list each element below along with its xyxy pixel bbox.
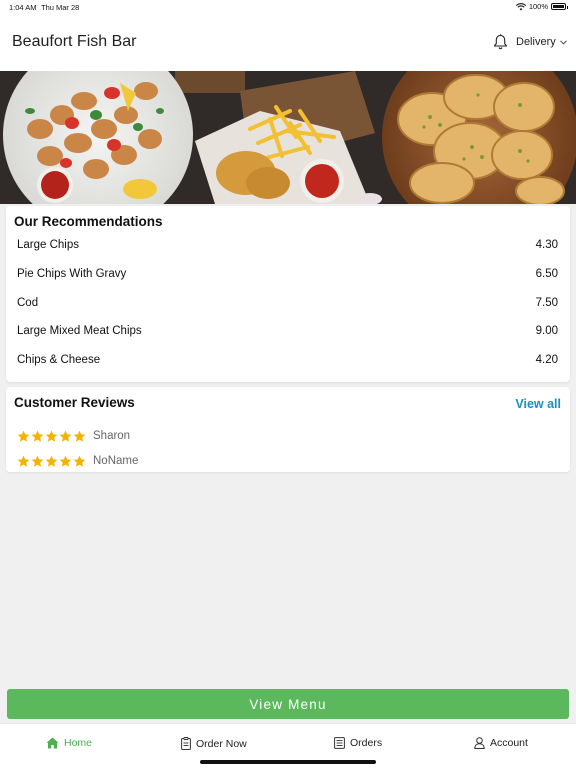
wifi-icon — [515, 2, 526, 10]
recommendations-card: Our Recommendations Large Chips 4.30 Pie… — [6, 206, 570, 382]
delivery-selector[interactable]: Delivery — [516, 36, 567, 48]
tab-order-now[interactable]: Order Now — [181, 737, 247, 750]
battery-icon — [551, 3, 568, 10]
delivery-label: Delivery — [516, 36, 556, 48]
home-indicator — [200, 760, 376, 764]
status-bar: 1:04 AM Thu Mar 28 100% — [0, 0, 576, 14]
home-icon — [46, 737, 59, 749]
restaurant-title: Beaufort Fish Bar — [12, 33, 137, 50]
recommendation-row[interactable]: Large Mixed Meat Chips 9.00 — [6, 318, 570, 346]
star-icon — [73, 430, 86, 442]
item-price: 6.50 — [535, 268, 558, 280]
item-name: Cod — [17, 297, 39, 309]
recommendation-row[interactable]: Chips & Cheese 4.20 — [6, 347, 570, 375]
recommendation-row[interactable]: Pie Chips With Gravy 6.50 — [6, 261, 570, 289]
star-rating — [17, 455, 86, 468]
star-icon — [59, 455, 72, 467]
reviewer-name: Sharon — [93, 430, 131, 442]
tab-label: Orders — [350, 737, 383, 749]
tab-label: Order Now — [196, 737, 247, 750]
reviews-card: Customer Reviews View all Sharon NoName — [6, 387, 570, 472]
tab-home[interactable]: Home — [46, 737, 92, 749]
bell-icon[interactable] — [493, 34, 508, 50]
star-icon — [31, 455, 44, 467]
item-price: 4.20 — [535, 354, 558, 366]
item-name: Large Chips — [17, 239, 80, 251]
star-icon — [17, 455, 30, 467]
receipt-icon — [334, 737, 345, 749]
user-icon — [474, 737, 485, 749]
view-menu-button[interactable]: View Menu — [7, 689, 569, 719]
recommendation-row[interactable]: Cod 7.50 — [6, 290, 570, 318]
status-time: 1:04 AM — [9, 3, 37, 12]
star-icon — [59, 430, 72, 442]
food-banner-image — [0, 71, 576, 204]
item-name: Chips & Cheese — [17, 354, 101, 366]
item-name: Large Mixed Meat Chips — [17, 325, 142, 337]
recommendations-title: Our Recommendations — [14, 214, 163, 229]
star-icon — [45, 430, 58, 442]
reviewer-name: NoName — [93, 455, 139, 467]
view-all-link[interactable]: View all — [515, 397, 561, 411]
item-price: 4.30 — [535, 239, 558, 251]
chevron-down-icon — [559, 39, 567, 45]
reviews-title: Customer Reviews — [14, 395, 135, 410]
order-icon — [181, 737, 191, 750]
status-right: 100% — [515, 2, 568, 11]
review-row: Sharon — [17, 428, 130, 444]
battery-percent: 100% — [528, 2, 548, 11]
star-rating — [17, 430, 86, 443]
star-icon — [73, 455, 86, 467]
star-icon — [17, 430, 30, 442]
app-header: Beaufort Fish Bar Delivery — [0, 14, 576, 71]
star-icon — [45, 455, 58, 467]
star-icon — [31, 430, 44, 442]
item-price: 7.50 — [535, 297, 558, 309]
tab-account[interactable]: Account — [474, 737, 528, 749]
tab-label: Account — [490, 737, 528, 749]
status-date: Thu Mar 28 — [41, 3, 80, 12]
tab-orders[interactable]: Orders — [334, 737, 382, 749]
recommendation-row[interactable]: Large Chips 4.30 — [6, 232, 570, 260]
tab-label: Home — [64, 737, 93, 749]
item-price: 9.00 — [535, 325, 558, 337]
review-row: NoName — [17, 453, 138, 469]
item-name: Pie Chips With Gravy — [17, 268, 127, 280]
